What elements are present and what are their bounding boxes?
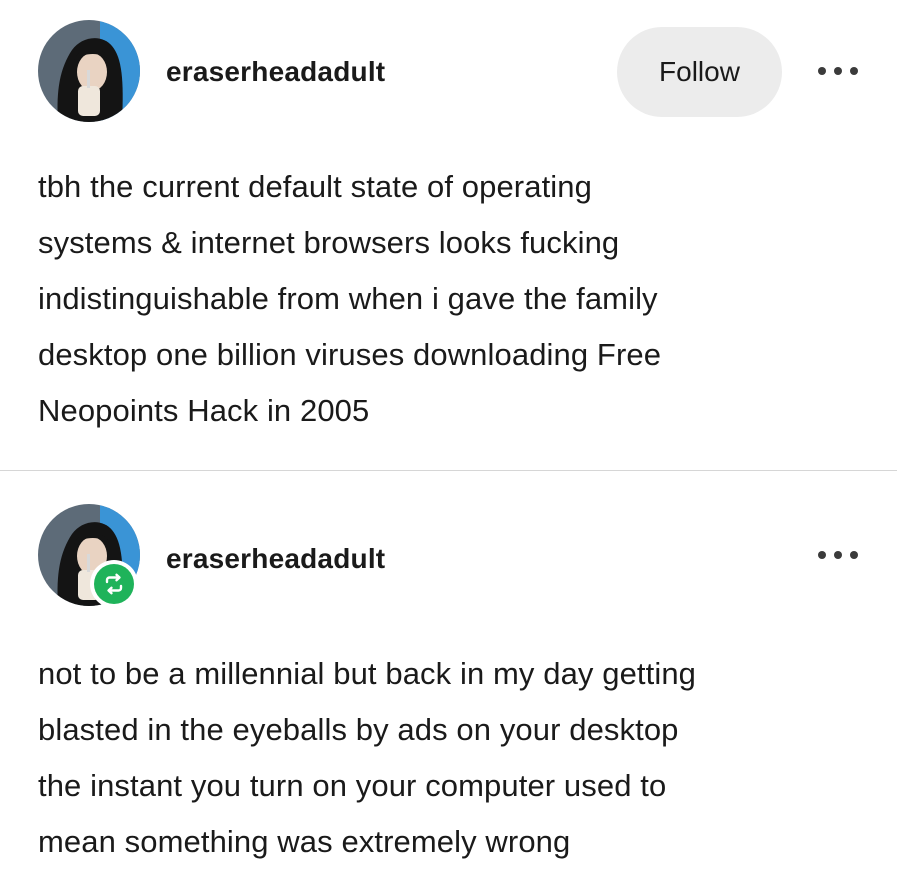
reblog-icon-circle	[94, 564, 134, 604]
post-text-line: systems & internet browsers looks fuckin…	[38, 225, 620, 260]
original-post: eraserheadadult Follow tbh the current d…	[0, 0, 897, 470]
more-dot	[834, 551, 842, 559]
more-options-icon[interactable]	[818, 64, 858, 78]
more-dot	[850, 67, 858, 75]
post-text-line: mean something was extremely wrong	[38, 824, 571, 859]
more-dot	[818, 67, 826, 75]
post-text-line: the instant you turn on your computer us…	[38, 768, 667, 803]
post-body-text: tbh the current default state of operati…	[38, 159, 868, 439]
post-username[interactable]: eraserheadadult	[166, 543, 385, 575]
post-text-line: Neopoints Hack in 2005	[38, 393, 370, 428]
post-text-line: desktop one billion viruses downloading …	[38, 337, 662, 372]
reblog-arrows-icon	[105, 573, 123, 595]
user-avatar[interactable]	[38, 20, 140, 122]
post-text-line: not to be a millennial but back in my da…	[38, 656, 697, 691]
follow-button[interactable]: Follow	[617, 27, 782, 117]
reblog-post: eraserheadadult not to be a millennial b…	[0, 471, 897, 875]
reblog-icon	[90, 560, 138, 608]
post-text-line: tbh the current default state of operati…	[38, 169, 592, 204]
post-username[interactable]: eraserheadadult	[166, 56, 385, 88]
more-dot	[850, 551, 858, 559]
avatar-image	[38, 20, 140, 122]
more-options-icon[interactable]	[818, 548, 858, 562]
post-text-line: indistinguishable from when i gave the f…	[38, 281, 658, 316]
more-dot	[834, 67, 842, 75]
post-text-line: blasted in the eyeballs by ads on your d…	[38, 712, 679, 747]
more-dot	[818, 551, 826, 559]
post-body-text: not to be a millennial but back in my da…	[38, 646, 868, 870]
